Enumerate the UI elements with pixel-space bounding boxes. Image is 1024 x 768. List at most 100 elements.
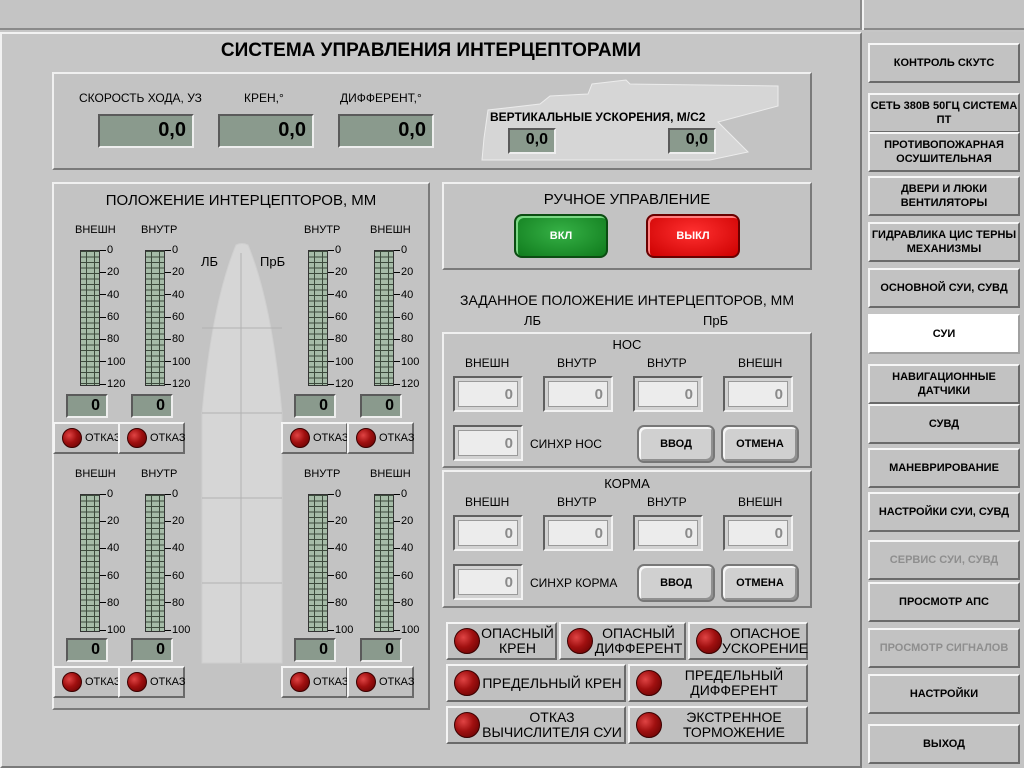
bow-inner-l-input[interactable]: 0 [543,376,613,412]
accel-fore-display: 0,0 [508,128,556,154]
gauge-tick-label: 100 [100,625,125,636]
alarm-danger-trim: ОПАСНЫЙ ДИФФЕРЕНТ [559,622,686,660]
top-pb_inner-label: ВНУТР [304,224,341,236]
bow-outer-r-input[interactable]: 0 [723,376,793,412]
gauge-tick-label: 100 [394,356,419,368]
fail-lamp-icon [356,672,376,692]
nav-button-4[interactable]: ГИДРАВЛИКА ЦИС ТЕРНЫ МЕХАНИЗМЫ [868,222,1020,262]
top-lb_outer-label: ВНЕШН [75,224,116,236]
gauge-tick-label: 0 [100,489,113,500]
gauge-tick-label: 40 [328,289,347,301]
bot-lb_inner-gauge [145,494,165,632]
stern-inner-r-label: ВНУТР [647,495,687,509]
alarm-lamp-icon [454,670,480,696]
manual-on-button[interactable]: ВКЛ [514,214,608,258]
roll-display: 0,0 [218,114,314,148]
fail-label: ОТКАЗ [313,676,349,688]
nav-button-3[interactable]: ДВЕРИ И ЛЮКИ ВЕНТИЛЯТОРЫ [868,176,1020,216]
fail-label: ОТКАЗ [313,432,349,444]
gauge-tick-label: 0 [328,245,341,256]
stern-title: КОРМА [604,476,650,491]
nav-button-10[interactable]: НАСТРОЙКИ СУИ, СУВД [868,492,1020,532]
bot-pb_outer-fail-indicator: ОТКАЗ [347,666,415,698]
gauge-tick-label: 40 [394,289,413,301]
gauge-tick-label: 20 [100,516,119,527]
gauge-tick-label: 20 [328,267,347,278]
alarm-lamp-icon [454,712,480,738]
nav-button-1[interactable]: СЕТЬ 380В 50ГЦ СИСТЕМА ПТ [868,93,1020,133]
gauge-tick-label: 60 [165,570,184,582]
gauge-tick-label: 60 [100,312,119,323]
top-lb_outer-fail-indicator: ОТКАЗ [53,422,121,454]
bow-title: НОС [612,337,642,352]
stern-outer-l-input[interactable]: 0 [453,515,523,551]
bot-pb_outer-display: 0 [360,638,402,662]
setpoint-lb-label: ЛБ [524,313,542,328]
fail-label: ОТКАЗ [379,676,415,688]
nav-button-0[interactable]: КОНТРОЛЬ СКУТС [868,43,1020,83]
bow-cancel-button[interactable]: ОТМЕНА [721,425,799,463]
stern-sync-input[interactable]: 0 [453,564,523,600]
bow-inner-r-input[interactable]: 0 [633,376,703,412]
fail-label: ОТКАЗ [150,676,186,688]
stern-enter-button[interactable]: ВВОД [637,564,715,602]
nav-button-15[interactable]: ВЫХОД [868,724,1020,764]
gauge-tick-label: 80 [328,597,347,609]
alarm-limit-roll: ПРЕДЕЛЬНЫЙ КРЕН [446,664,626,702]
fail-label: ОТКАЗ [150,432,186,444]
nav-button-7[interactable]: НАВИГАЦИОННЫЕ ДАТЧИКИ [868,364,1020,404]
bow-outer-r-label: ВНЕШН [738,356,783,370]
stern-cancel-button[interactable]: ОТМЕНА [721,564,799,602]
top-pb_inner-display: 0 [294,394,336,418]
gauge-tick-label: 0 [165,245,178,256]
trim-label: ДИФФЕРЕНТ,° [340,91,422,105]
alarm-lamp-icon [636,670,662,696]
fail-lamp-icon [127,428,147,448]
bow-outer-l-input[interactable]: 0 [453,376,523,412]
nav-button-8[interactable]: СУВД [868,404,1020,444]
bot-lb_inner-fail-indicator: ОТКАЗ [118,666,186,698]
gauge-tick-label: 60 [100,570,119,582]
alarm-limit-trim: ПРЕДЕЛЬНЫЙ ДИФФЕРЕНТ [628,664,808,702]
gauge-tick-label: 40 [394,543,413,554]
gauge-tick-label: 0 [165,489,178,500]
nav-button-12[interactable]: ПРОСМОТР АПС [868,582,1020,622]
nav-button-2[interactable]: ПРОТИВОПОЖАРНАЯ ОСУШИТЕЛЬНАЯ [868,132,1020,172]
stern-sync-label: СИНХР КОРМА [530,576,618,590]
gauge-tick-label: 40 [100,543,119,554]
bot-pb_outer-gauge [374,494,394,632]
bow-enter-button[interactable]: ВВОД [637,425,715,463]
gauge-tick-label: 40 [328,543,347,554]
gauge-tick-label: 80 [394,334,413,345]
gauge-tick-label: 80 [328,334,347,345]
nav-button-9[interactable]: МАНЕВРИРОВАНИЕ [868,448,1020,488]
stern-inner-r-input[interactable]: 0 [633,515,703,551]
hull-topview-silhouette [201,243,283,664]
nav-button-14[interactable]: НАСТРОЙКИ [868,674,1020,714]
gauge-tick-label: 0 [394,489,407,500]
stern-outer-r-input[interactable]: 0 [723,515,793,551]
manual-title: РУЧНОЕ УПРАВЛЕНИЕ [543,191,711,208]
bow-sync-label: СИНХР НОС [530,437,602,451]
top-bar [0,0,1024,30]
fail-lamp-icon [62,672,82,692]
alarm-danger-roll: ОПАСНЫЙ КРЕН [446,622,557,660]
gauge-tick-label: 60 [165,312,184,323]
gauge-tick-label: 20 [165,267,184,278]
gauge-tick-label: 40 [165,289,184,301]
gauge-tick-label: 120 [394,379,419,390]
gauge-tick-label: 80 [165,334,184,345]
gauge-tick-label: 60 [394,312,413,323]
top-lb_outer-gauge [80,250,100,386]
top-lb_inner-fail-indicator: ОТКАЗ [118,422,186,454]
manual-off-button[interactable]: ВЫКЛ [646,214,740,258]
nav-button-5[interactable]: ОСНОВНОЙ СУИ, СУВД [868,268,1020,308]
alarm-lamp-icon [696,628,722,654]
bot-lb_outer-label: ВНЕШН [75,468,116,480]
stern-inner-l-input[interactable]: 0 [543,515,613,551]
bow-sync-input[interactable]: 0 [453,425,523,461]
nav-button-6[interactable]: СУИ [868,314,1020,354]
top-bar-separator [860,0,864,30]
page-title: СИСТЕМА УПРАВЛЕНИЯ ИНТЕРЦЕПТОРАМИ [220,40,642,61]
alarm-danger-accel: ОПАСНОЕ УСКОРЕНИЕ [688,622,808,660]
